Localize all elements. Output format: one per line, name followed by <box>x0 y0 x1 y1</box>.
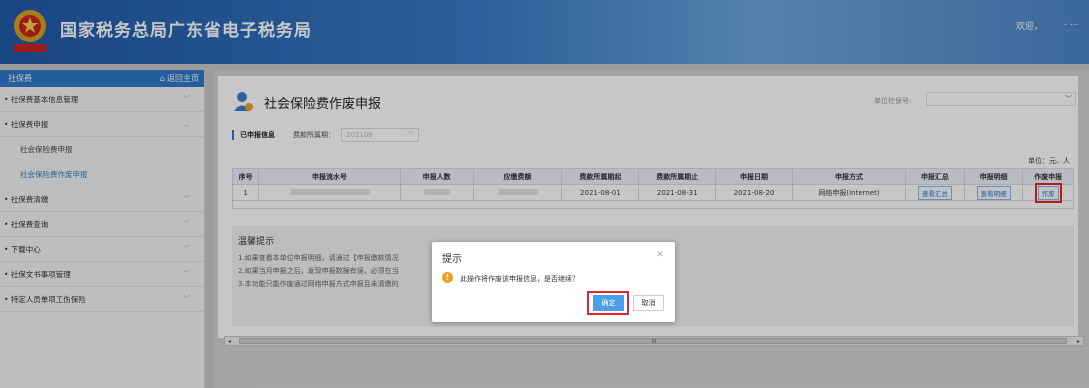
scroll-grip: III <box>651 337 657 345</box>
dialog-title: 提示 <box>442 254 462 265</box>
modal-overlay <box>0 0 1089 388</box>
cancel-button[interactable]: 取消 <box>633 295 664 311</box>
warning-icon: ! <box>442 272 453 283</box>
close-icon[interactable]: ✕ <box>656 250 664 260</box>
confirm-button[interactable]: 确定 <box>593 295 624 311</box>
confirm-dialog: 提示 ✕ ! 此操作将作废该申报信息，是否继续？ 确定 取消 <box>432 242 675 322</box>
dialog-message: 此操作将作废该申报信息，是否继续？ <box>460 275 579 283</box>
